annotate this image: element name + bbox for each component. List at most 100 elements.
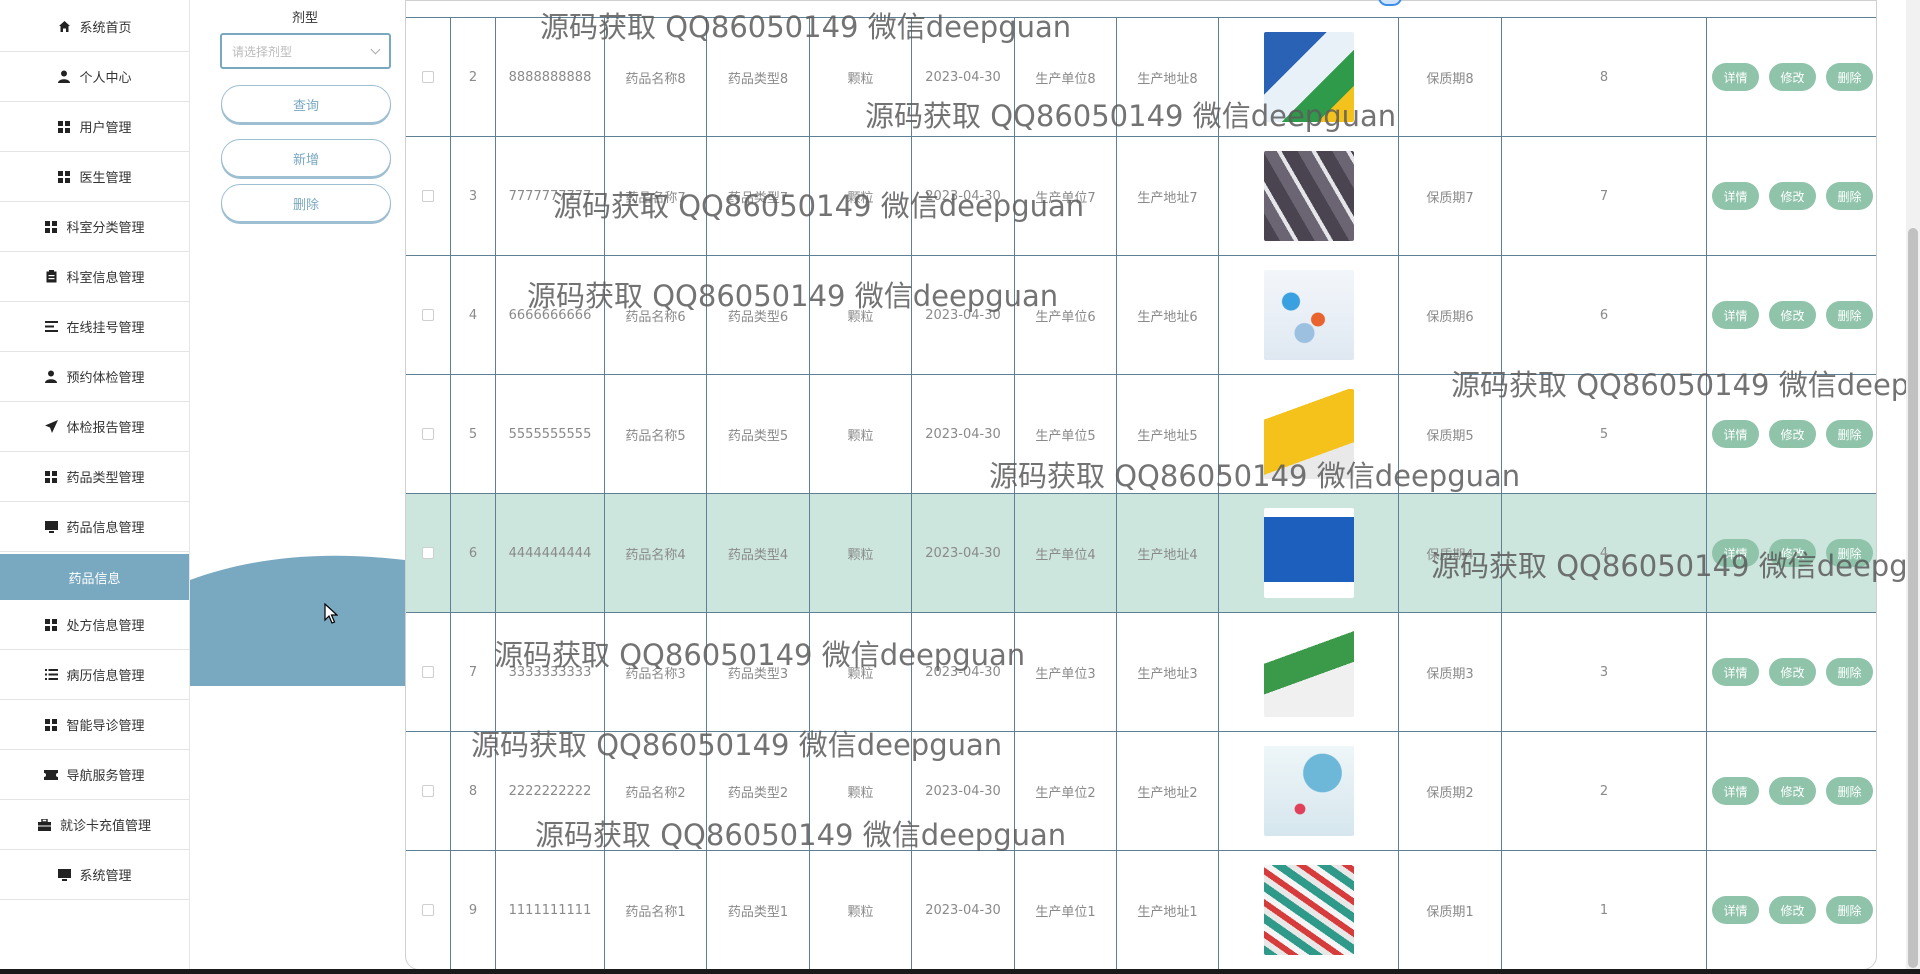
row-checkbox[interactable]	[422, 71, 434, 83]
sidebar-item-smart-guide[interactable]: 智能导诊管理	[0, 700, 189, 750]
row-checkbox[interactable]	[422, 190, 434, 202]
detail-button[interactable]: 详情	[1712, 301, 1759, 329]
sidebar-item-drug-info-mgmt[interactable]: 药品信息管理	[0, 502, 189, 552]
dosage-form: 颗粒	[810, 732, 912, 850]
edit-button[interactable]: 修改	[1769, 301, 1816, 329]
production-date: 2023-04-30	[912, 375, 1015, 493]
drug-image-cell	[1219, 732, 1399, 850]
edit-button[interactable]: 修改	[1769, 420, 1816, 448]
drug-image	[1263, 270, 1354, 360]
row-checkbox-cell	[406, 732, 451, 850]
sidebar-item-doctors[interactable]: 医生管理	[0, 152, 189, 202]
drug-type: 药品类型4	[707, 494, 810, 612]
sidebar-item-checkup-booking[interactable]: 预约体检管理	[0, 352, 189, 402]
manufacturer: 生产单位4	[1015, 494, 1117, 612]
sidebar-item-users[interactable]: 用户管理	[0, 102, 189, 152]
sidebar-item-navigation[interactable]: 导航服务管理	[0, 750, 189, 800]
scrollbar-thumb[interactable]	[1908, 228, 1918, 968]
drug-name: 药品名称5	[605, 375, 707, 493]
drug-code: 1111111111	[496, 851, 605, 969]
detail-button[interactable]: 详情	[1712, 539, 1759, 567]
table-row[interactable]: 2 8888888888 药品名称8 药品类型8 颗粒 2023-04-30 生…	[406, 18, 1876, 137]
detail-button[interactable]: 详情	[1712, 420, 1759, 448]
row-delete-button[interactable]: 删除	[1826, 301, 1873, 329]
drug-type: 药品类型2	[707, 732, 810, 850]
detail-button[interactable]: 详情	[1712, 658, 1759, 686]
table-row[interactable]: 3 7777777777 药品名称7 药品类型7 颗粒 2023-04-30 生…	[406, 137, 1876, 256]
row-checkbox[interactable]	[422, 666, 434, 678]
table-row[interactable]: 7 3333333333 药品名称3 药品类型3 颗粒 2023-04-30 生…	[406, 613, 1876, 732]
clipboard-icon	[44, 270, 58, 284]
list-icon	[44, 320, 58, 334]
row-index: 6	[451, 494, 496, 612]
row-delete-button[interactable]: 删除	[1826, 539, 1873, 567]
drug-image	[1263, 865, 1354, 955]
sidebar-subitem-drug-info[interactable]: 药品信息	[0, 554, 189, 600]
send-icon	[44, 420, 58, 434]
row-delete-button[interactable]: 删除	[1826, 658, 1873, 686]
edit-button[interactable]: 修改	[1769, 896, 1816, 924]
sidebar-item-label: 就诊卡充值管理	[59, 819, 151, 834]
stock-count: 5	[1502, 375, 1707, 493]
table-row[interactable]: 4 6666666666 药品名称6 药品类型6 颗粒 2023-04-30 生…	[406, 256, 1876, 375]
stock-count: 6	[1502, 256, 1707, 374]
sidebar-item-registration[interactable]: 在线挂号管理	[0, 302, 189, 352]
sidebar-item-checkup-report[interactable]: 体检报告管理	[0, 402, 189, 452]
sidebar-item-prescription[interactable]: 处方信息管理	[0, 600, 189, 650]
sidebar-item-medical-record[interactable]: 病历信息管理	[0, 650, 189, 700]
edit-button[interactable]: 修改	[1769, 63, 1816, 91]
row-checkbox[interactable]	[422, 547, 434, 559]
row-delete-button[interactable]: 删除	[1826, 182, 1873, 210]
row-index: 8	[451, 732, 496, 850]
detail-button[interactable]: 详情	[1712, 63, 1759, 91]
row-delete-button[interactable]: 删除	[1826, 420, 1873, 448]
manufacturer: 生产单位5	[1015, 375, 1117, 493]
row-delete-button[interactable]: 删除	[1826, 63, 1873, 91]
sidebar-item-drug-type[interactable]: 药品类型管理	[0, 452, 189, 502]
table-row[interactable]: 9 1111111111 药品名称1 药品类型1 颗粒 2023-04-30 生…	[406, 851, 1876, 969]
row-checkbox[interactable]	[422, 309, 434, 321]
shelf-life: 保质期2	[1399, 732, 1502, 850]
drug-image-cell	[1219, 613, 1399, 731]
edit-button[interactable]: 修改	[1769, 182, 1816, 210]
delete-button[interactable]: 删除	[221, 184, 391, 222]
drug-image-cell	[1219, 137, 1399, 255]
row-checkbox[interactable]	[422, 904, 434, 916]
drug-image	[1263, 151, 1354, 241]
add-button[interactable]: 新增	[221, 139, 391, 177]
drug-code: 4444444444	[496, 494, 605, 612]
table-row[interactable]: 5 5555555555 药品名称5 药品类型5 颗粒 2023-04-30 生…	[406, 375, 1876, 494]
sidebar-item-dept-info[interactable]: 科室信息管理	[0, 252, 189, 302]
drug-name: 药品名称8	[605, 18, 707, 136]
sidebar-item-home[interactable]: 系统首页	[0, 2, 189, 52]
table-row[interactable]: 8 2222222222 药品名称2 药品类型2 颗粒 2023-04-30 生…	[406, 732, 1876, 851]
row-checkbox[interactable]	[422, 428, 434, 440]
sidebar-item-label: 系统首页	[79, 21, 132, 36]
detail-button[interactable]: 详情	[1712, 182, 1759, 210]
drug-name: 药品名称2	[605, 732, 707, 850]
manufacturer: 生产单位3	[1015, 613, 1117, 731]
sidebar-item-card-recharge[interactable]: 就诊卡充值管理	[0, 800, 189, 850]
sidebar-item-profile[interactable]: 个人中心	[0, 52, 189, 102]
sidebar-item-system[interactable]: 系统管理	[0, 850, 189, 900]
row-index: 7	[451, 613, 496, 731]
row-delete-button[interactable]: 删除	[1826, 896, 1873, 924]
detail-button[interactable]: 详情	[1712, 777, 1759, 805]
drug-code: 2222222222	[496, 732, 605, 850]
detail-button[interactable]: 详情	[1712, 896, 1759, 924]
drug-name: 药品名称6	[605, 256, 707, 374]
sidebar-item-dept-category[interactable]: 科室分类管理	[0, 202, 189, 252]
row-delete-button[interactable]: 删除	[1826, 777, 1873, 805]
edit-button[interactable]: 修改	[1769, 777, 1816, 805]
edit-button[interactable]: 修改	[1769, 658, 1816, 686]
stock-count: 2	[1502, 732, 1707, 850]
dosage-form-select[interactable]: 请选择剂型	[220, 33, 391, 69]
production-address: 生产地址3	[1117, 613, 1219, 731]
table-row[interactable]: 6 4444444444 药品名称4 药品类型4 颗粒 2023-04-30 生…	[406, 494, 1876, 613]
bottom-bar	[0, 969, 1920, 974]
edit-button[interactable]: 修改	[1769, 539, 1816, 567]
stock-count: 1	[1502, 851, 1707, 969]
chevron-down-icon	[370, 44, 381, 54]
query-button[interactable]: 查询	[221, 85, 391, 123]
row-checkbox[interactable]	[422, 785, 434, 797]
